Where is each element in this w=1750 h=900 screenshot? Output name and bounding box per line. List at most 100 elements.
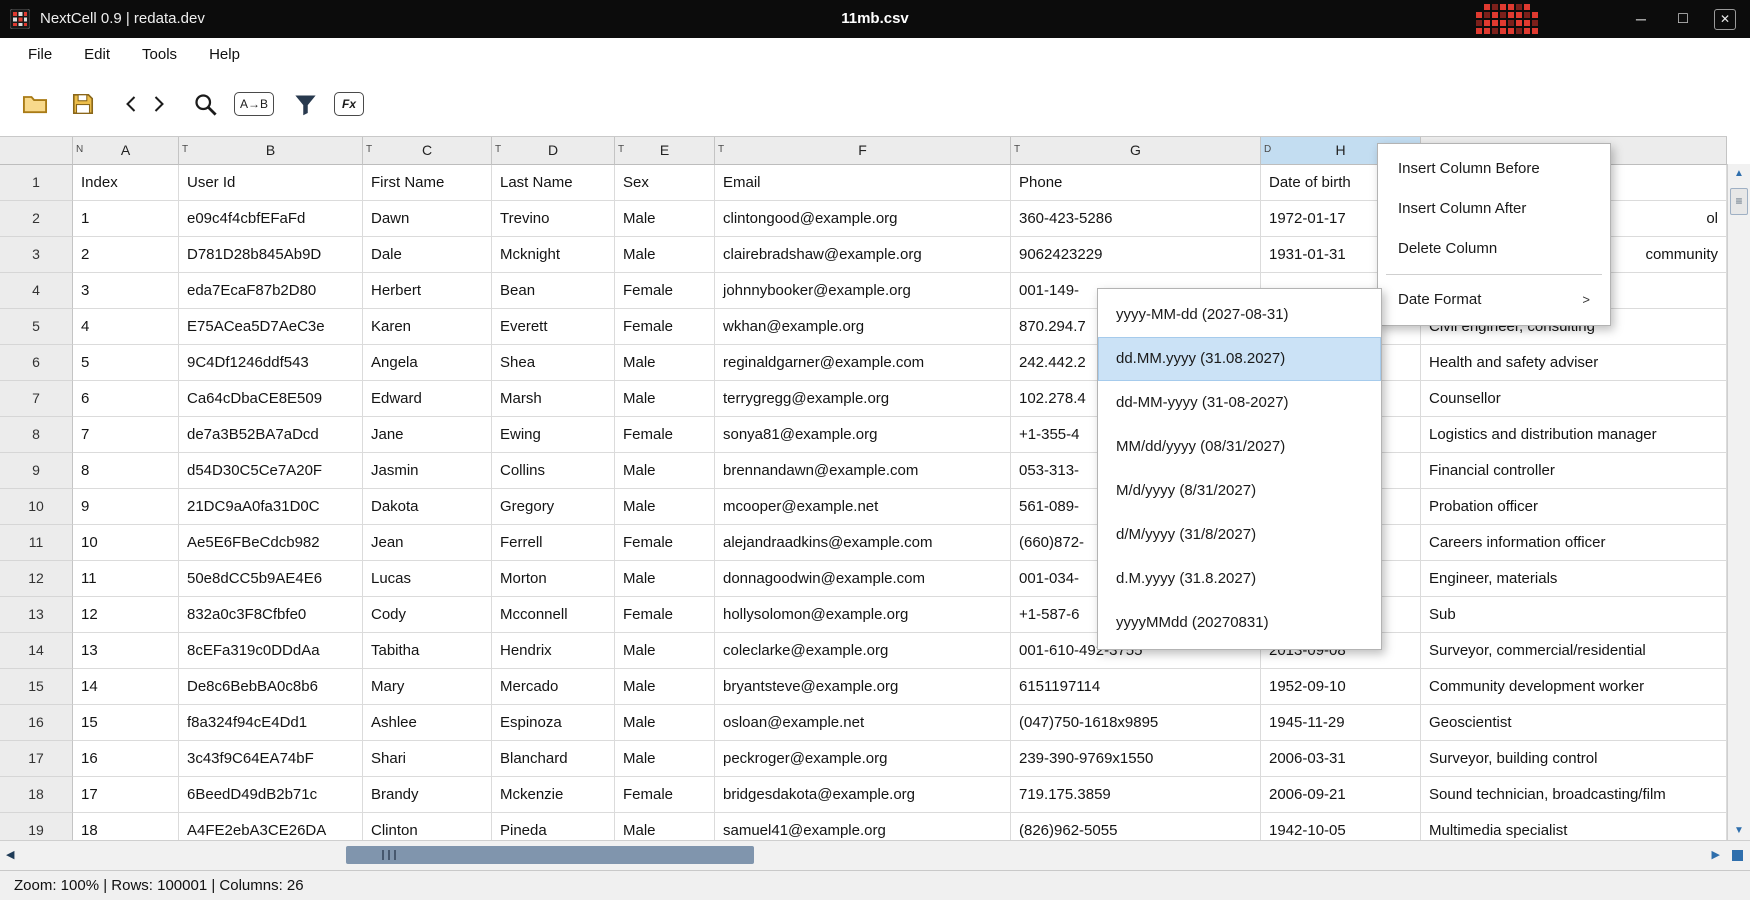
cell[interactable]: clintongood@example.org [715,201,1011,237]
cell[interactable]: Male [615,813,715,841]
cell[interactable]: Tabitha [363,633,492,669]
cell[interactable]: Male [615,381,715,417]
horizontal-scrollbar[interactable]: ◀ ▶ [0,840,1750,870]
row-number[interactable]: 8 [0,417,73,453]
scroll-right-icon[interactable]: ▶ [1712,841,1720,870]
cell[interactable]: Bean [492,273,615,309]
cell[interactable]: Brandy [363,777,492,813]
cell[interactable]: 5 [73,345,179,381]
cell[interactable]: mcooper@example.net [715,489,1011,525]
minimize-button[interactable]: ─ [1620,0,1662,38]
cell[interactable]: 1952-09-10 [1261,669,1421,705]
column-header-D[interactable]: TD [492,137,615,165]
filter-button[interactable] [288,84,322,124]
save-button[interactable] [66,84,100,124]
menu-item-date-format[interactable]: Date Format > [1378,280,1610,320]
cell[interactable]: clairebradshaw@example.org [715,237,1011,273]
cell[interactable]: d54D30C5Ce7A20F [179,453,363,489]
menu-item-insert-column-after[interactable]: Insert Column After [1378,189,1610,229]
cell[interactable]: 2006-03-31 [1261,741,1421,777]
cell[interactable]: 21DC9aA0fa31D0C [179,489,363,525]
row-number[interactable]: 1 [0,165,73,201]
cell[interactable]: Angela [363,345,492,381]
cell[interactable]: f8a324f94cE4Dd1 [179,705,363,741]
cell[interactable]: 360-423-5286 [1011,201,1261,237]
cell[interactable]: Male [615,201,715,237]
cell[interactable]: bryantsteve@example.org [715,669,1011,705]
cell[interactable]: First Name [363,165,492,201]
cell[interactable]: Female [615,777,715,813]
cell[interactable]: (826)962-5055 [1011,813,1261,841]
cell[interactable]: Phone [1011,165,1261,201]
menu-tools[interactable]: Tools [126,38,193,72]
cell[interactable]: 17 [73,777,179,813]
formula-button[interactable]: Fx [334,84,365,124]
cell[interactable]: Herbert [363,273,492,309]
select-all-corner[interactable] [0,137,73,165]
open-file-button[interactable] [18,84,52,124]
cell[interactable]: Male [615,561,715,597]
find-replace-button[interactable]: A→B [234,84,275,124]
cell[interactable]: Clinton [363,813,492,841]
cell[interactable]: sonya81@example.org [715,417,1011,453]
cell[interactable]: Male [615,633,715,669]
cell[interactable]: johnnybooker@example.org [715,273,1011,309]
cell[interactable]: Male [615,453,715,489]
cell[interactable]: de7a3B52BA7aDcd [179,417,363,453]
cell[interactable]: Counsellor [1421,381,1727,417]
cell[interactable]: Mercado [492,669,615,705]
cell[interactable]: 18 [73,813,179,841]
column-header-C[interactable]: TC [363,137,492,165]
cell[interactable]: Ewing [492,417,615,453]
cell[interactable]: Dawn [363,201,492,237]
cell[interactable]: Female [615,273,715,309]
cell[interactable]: reginaldgarner@example.com [715,345,1011,381]
cell[interactable]: 719.175.3859 [1011,777,1261,813]
cell[interactable]: osloan@example.net [715,705,1011,741]
cell[interactable]: Mcknight [492,237,615,273]
menu-file[interactable]: File [12,38,68,72]
cell[interactable]: Jasmin [363,453,492,489]
cell[interactable]: Karen [363,309,492,345]
cell[interactable]: alejandraadkins@example.com [715,525,1011,561]
row-number[interactable]: 19 [0,813,73,841]
date-format-option[interactable]: yyyy-MM-dd (2027-08-31) [1098,293,1381,337]
cell[interactable]: Blanchard [492,741,615,777]
cell[interactable]: Sound technician, broadcasting/film [1421,777,1727,813]
row-number[interactable]: 9 [0,453,73,489]
cell[interactable]: terrygregg@example.org [715,381,1011,417]
cell[interactable]: (047)750-1618x9895 [1011,705,1261,741]
cell[interactable]: Logistics and distribution manager [1421,417,1727,453]
cell[interactable]: 50e8dCC5b9AE4E6 [179,561,363,597]
cell[interactable]: Lucas [363,561,492,597]
cell[interactable]: Hendrix [492,633,615,669]
cell[interactable]: 832a0c3F8Cfbfe0 [179,597,363,633]
cell[interactable]: Sex [615,165,715,201]
scroll-up-icon[interactable]: ▲ [1728,168,1750,179]
row-number[interactable]: 10 [0,489,73,525]
cell[interactable]: 1 [73,201,179,237]
cell[interactable]: 9062423229 [1011,237,1261,273]
cell[interactable]: Gregory [492,489,615,525]
row-number[interactable]: 14 [0,633,73,669]
cell[interactable]: Espinoza [492,705,615,741]
row-number[interactable]: 17 [0,741,73,777]
cell[interactable]: coleclarke@example.org [715,633,1011,669]
cell[interactable]: 9 [73,489,179,525]
forward-button[interactable] [146,84,170,124]
maximize-button[interactable]: □ [1662,0,1704,38]
cell[interactable]: donnagoodwin@example.com [715,561,1011,597]
row-number[interactable]: 5 [0,309,73,345]
cell[interactable]: 13 [73,633,179,669]
cell[interactable]: Male [615,237,715,273]
cell[interactable]: De8c6BebBA0c8b6 [179,669,363,705]
row-number[interactable]: 18 [0,777,73,813]
cell[interactable]: 16 [73,741,179,777]
cell[interactable]: Multimedia specialist [1421,813,1727,841]
cell[interactable]: e09c4f4cbfEFaFd [179,201,363,237]
cell[interactable]: Jean [363,525,492,561]
cell[interactable]: 7 [73,417,179,453]
row-number[interactable]: 12 [0,561,73,597]
row-number[interactable]: 7 [0,381,73,417]
cell[interactable]: Probation officer [1421,489,1727,525]
